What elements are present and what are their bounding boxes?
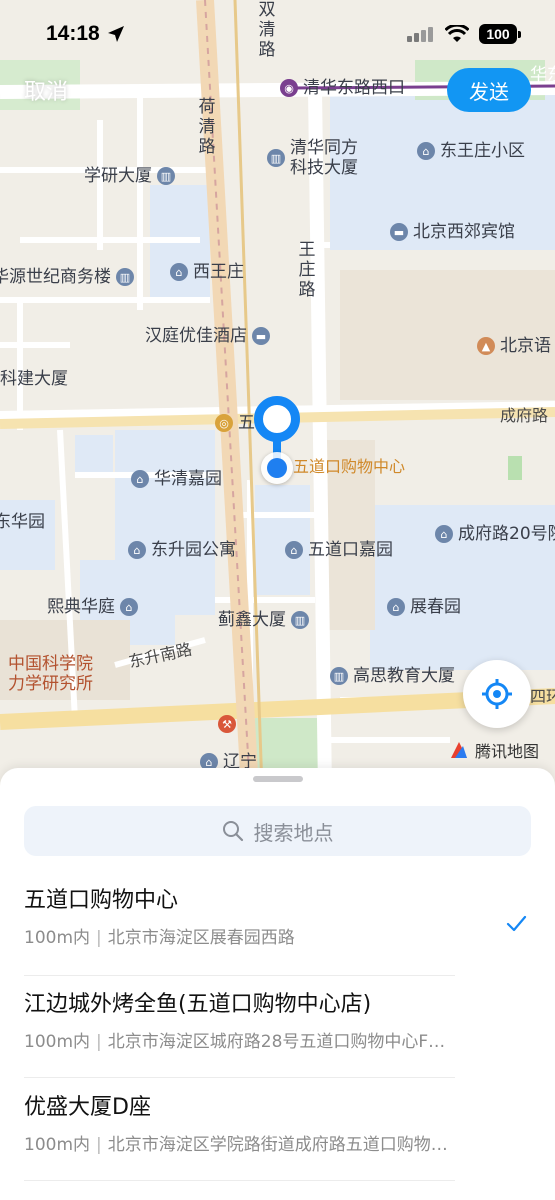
building-icon: ▥ [291,611,309,629]
search-placeholder: 搜索地点 [253,820,334,845]
crosshair-icon [482,679,512,709]
result-address-line: 100m内 | 北京市海淀区城府路28号五道口购物中心F… [24,1032,446,1052]
cancel-button[interactable]: 取消 [24,74,68,106]
road-label-heqing: 荷清路 [198,97,216,157]
building-icon: ▥ [330,667,348,685]
poi-wudaokou-jiayuan[interactable]: ⌂ 五道口嘉园 [280,541,393,559]
building-icon: ▥ [157,167,175,185]
result-name: 五道口购物中心 [24,888,179,913]
home-icon: ⌂ [131,470,149,488]
poi-jixin[interactable]: 蓟鑫大厦 ▥ [218,611,309,629]
poi-chengfu20[interactable]: ⌂ 成府路20号院 [430,525,555,543]
location-arrow-icon [107,26,124,42]
battery-icon: 100 [479,24,521,44]
poi-beijing-lang[interactable]: ▲ 北京语 [472,337,551,355]
building-icon: ▥ [116,268,134,286]
road-label-fourth-ring: 四环 [530,687,555,706]
result-name: 优盛大厦D座 [24,1095,151,1120]
home-icon: ⌂ [170,263,188,281]
poi-wudaokou-station[interactable]: ◎ 五 [215,414,255,432]
wifi-icon [445,25,469,42]
poi-xidian[interactable]: 熙典华庭 ⌂ [47,598,138,616]
road-label-shuangqing: 双清路 [258,0,276,60]
result-address-line: 100m内 | 北京市海淀区学院路街道成府路五道口购物… [24,1135,448,1155]
subway-station-icon: ◉ [280,79,298,97]
poi-hanting[interactable]: 汉庭优佳酒店 ▬ [145,327,270,345]
locate-me-button[interactable] [463,660,531,728]
poi-dongwangzhuang[interactable]: ⌂ 东王庄小区 [412,142,525,160]
home-icon: ⌂ [120,598,138,616]
poi-huaqing[interactable]: ⌂ 华清嘉园 [126,470,222,488]
poi-kejian[interactable]: 科建大厦 [0,371,68,388]
construction-marker: ⚒ [218,715,236,733]
current-location-dot [267,458,287,478]
poi-huayuan-trade[interactable]: 华源世纪商务楼 ▥ [0,268,134,286]
construction-icon: ⚒ [218,715,236,733]
map-attribution: 腾讯地图 [449,738,539,762]
search-input[interactable]: 搜索地点 [24,806,531,856]
selected-location-pin[interactable] [254,396,300,442]
building-icon: ▥ [267,149,285,167]
send-button[interactable]: 发送 [447,68,531,112]
hotel-icon: ▬ [390,223,408,241]
hotel-icon: ▬ [252,327,270,345]
search-icon [222,821,243,842]
poi-dongsheng[interactable]: ⌂ 东升园公寓 [123,541,236,559]
home-icon: ⌂ [417,142,435,160]
map-view[interactable]: 双清路 荷清路 王庄路 成府路 东升南路 四环 ◉ 清华东路西口 ▥ 清华同方 科技… [0,0,555,790]
home-icon: ⌂ [128,541,146,559]
road-label-wangzhuang: 王庄路 [298,240,316,300]
list-item[interactable]: 江边城外烤全鱼(五道口购物中心店) 100m内 | 北京市海淀区城府路28号五道口购… [24,990,455,1054]
poi-xiwangzhuang[interactable]: ⌂ 西王庄 [165,263,244,281]
poi-cas-mechanics[interactable]: 中国科学院 力学研究所 [8,654,93,694]
signal-icon [407,27,433,42]
sheet-drag-handle[interactable] [253,776,303,782]
result-address-line: 100m内 | 北京市海淀区展春园西路 [24,928,295,948]
home-icon: ⌂ [285,541,303,559]
poi-huadong: 华东 [530,65,555,85]
selected-location-label: 五道口购物中心 [293,457,406,476]
poi-qinghua-east-west-gate[interactable]: ◉ 清华东路西口 [280,79,405,97]
result-name: 江边城外烤全鱼(五道口购物中心店) [24,992,372,1017]
divider [24,975,455,976]
list-item[interactable]: 优盛大厦D座 100m内 | 北京市海淀区学院路街道成府路五道口购物… [24,1093,455,1157]
status-bar-time: 14:18 [46,22,126,46]
list-item[interactable]: 五道口购物中心 100m内 | 北京市海淀区展春园西路 [24,886,455,950]
divider [24,1077,455,1078]
divider [24,1180,455,1181]
checkmark-icon [506,915,527,932]
road-label-chengfu: 成府路 [500,406,549,425]
poi-xijiao-hotel[interactable]: ▬ 北京西郊宾馆 [385,223,515,241]
location-bottom-sheet: 搜索地点 五道口购物中心 100m内 | 北京市海淀区展春园西路 江边城外烤全鱼(五… [0,768,555,1200]
station-icon: ◎ [215,414,233,432]
status-bar-right: 100 [407,24,521,44]
tencent-map-logo-icon [451,742,467,758]
poi-donghua[interactable]: 东华园 [0,514,45,531]
poi-zhanchun[interactable]: ⌂ 展春园 [382,598,461,616]
home-icon: ⌂ [387,598,405,616]
poi-gaosi[interactable]: ▥ 高思教育大厦 [325,667,455,685]
home-icon: ⌂ [435,525,453,543]
poi-tongfang[interactable]: ▥ 清华同方 科技大厦 [262,138,358,178]
poi-xueyan[interactable]: 学研大厦 ▥ [84,167,175,185]
education-icon: ▲ [477,337,495,355]
